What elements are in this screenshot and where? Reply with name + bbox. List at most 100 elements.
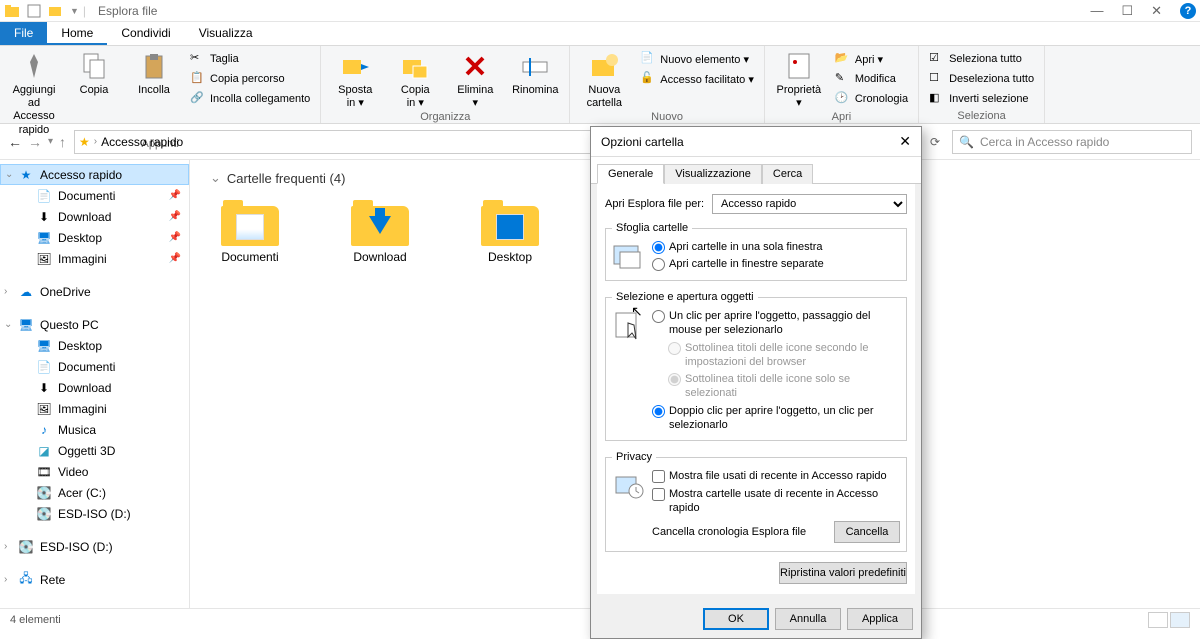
invert-selection-button[interactable]: ◧Inverti selezione xyxy=(925,90,1038,108)
sidebar-desktop[interactable]: 🖥Desktop📌 xyxy=(0,227,189,248)
dialog-tab-view[interactable]: Visualizzazione xyxy=(664,164,762,184)
folder-documenti[interactable]: Documenti xyxy=(210,198,290,264)
link-icon: 🔗 xyxy=(190,91,206,107)
delete-icon xyxy=(459,50,491,82)
sidebar-immagini[interactable]: 🖼Immagini📌 xyxy=(0,248,189,269)
sidebar-pc-oggetti3d[interactable]: ◪Oggetti 3D xyxy=(0,440,189,461)
open-button[interactable]: 📂Apri ▾ xyxy=(831,50,912,68)
maximize-button[interactable]: ☐ xyxy=(1121,3,1133,19)
folder-download[interactable]: Download xyxy=(340,198,420,264)
pin-to-quick-access-button[interactable]: Aggiungi ad Accesso rapido xyxy=(6,48,62,137)
clear-history-label: Cancella cronologia Esplora file xyxy=(652,526,806,538)
sidebar-rete[interactable]: ›🖧Rete xyxy=(0,569,189,590)
restore-defaults-button[interactable]: Ripristina valori predefiniti xyxy=(779,562,907,584)
scissors-icon: ✂ xyxy=(190,51,206,67)
minimize-button[interactable]: — xyxy=(1090,3,1103,18)
history-icon: 🕑 xyxy=(835,91,851,107)
new-folder-button[interactable]: Nuova cartella xyxy=(576,48,632,110)
sidebar-pc-acer[interactable]: 💽Acer (C:) xyxy=(0,482,189,503)
apply-button[interactable]: Applica xyxy=(847,608,913,630)
sidebar-onedrive[interactable]: ›☁OneDrive xyxy=(0,281,189,302)
privacy-icon xyxy=(612,469,644,501)
pin-icon: 📌 xyxy=(169,190,181,201)
copy-button[interactable]: Copia xyxy=(66,48,122,97)
dialog-tabs: Generale Visualizzazione Cerca xyxy=(591,157,921,184)
group-open-label: Apri xyxy=(771,110,912,124)
sidebar-documenti[interactable]: 📄Documenti📌 xyxy=(0,185,189,206)
tab-home[interactable]: Home xyxy=(47,22,107,45)
path-icon: 📋 xyxy=(190,71,206,87)
drive-icon: 💽 xyxy=(36,485,52,501)
show-recent-folders-check[interactable]: Mostra cartelle usate di recente in Acce… xyxy=(652,487,900,516)
dialog-tab-search[interactable]: Cerca xyxy=(762,164,813,184)
sidebar-quick-access[interactable]: ⌄★Accesso rapido xyxy=(0,164,189,185)
details-view-toggle[interactable] xyxy=(1148,612,1168,628)
open-explorer-for-label: Apri Esplora file per: xyxy=(605,198,704,210)
tab-share[interactable]: Condividi xyxy=(107,22,184,45)
sidebar-pc-musica[interactable]: ♪Musica xyxy=(0,419,189,440)
delete-button[interactable]: Elimina ▾ xyxy=(447,48,503,110)
sidebar-download[interactable]: ⬇Download📌 xyxy=(0,206,189,227)
group-organize-label: Organizza xyxy=(327,110,563,124)
qat-dropdown-icon[interactable]: ▼ xyxy=(70,6,79,16)
sidebar-pc-video[interactable]: 🎞Video xyxy=(0,461,189,482)
sidebar-pc-desktop[interactable]: 🖥Desktop xyxy=(0,335,189,356)
cancel-button[interactable]: Annulla xyxy=(775,608,841,630)
refresh-button[interactable]: ⟳ xyxy=(930,135,940,149)
up-button[interactable]: ↑ xyxy=(59,134,66,150)
edit-button[interactable]: ✎Modifica xyxy=(831,70,912,88)
copy-path-button[interactable]: 📋Copia percorso xyxy=(186,70,314,88)
cut-button[interactable]: ✂Taglia xyxy=(186,50,314,68)
help-icon[interactable]: ? xyxy=(1180,3,1196,19)
title-bar: ▼ | Esplora file — ☐ ✕ ? xyxy=(0,0,1200,22)
sidebar-pc-download[interactable]: ⬇Download xyxy=(0,377,189,398)
paste-button[interactable]: Incolla xyxy=(126,48,182,97)
open-explorer-for-select[interactable]: Accesso rapido xyxy=(712,194,907,214)
properties-icon[interactable] xyxy=(26,3,42,19)
selectnone-icon: ☐ xyxy=(929,71,945,87)
clear-history-button[interactable]: Cancella xyxy=(834,521,900,543)
browse-new-window-radio[interactable]: Apri cartelle in finestre separate xyxy=(652,257,900,271)
single-click-radio[interactable]: Un clic per aprire l'oggetto, passaggio … xyxy=(652,309,900,338)
drive-icon: 💽 xyxy=(18,539,34,555)
recent-dropdown[interactable]: ▾ xyxy=(48,136,53,147)
copy-to-button[interactable]: Copia in ▾ xyxy=(387,48,443,110)
invertsel-icon: ◧ xyxy=(929,91,945,107)
breadcrumb-location[interactable]: Accesso rapido xyxy=(101,135,183,149)
documents-icon: 📄 xyxy=(36,188,52,204)
ok-button[interactable]: OK xyxy=(703,608,769,630)
sidebar-pc-documenti[interactable]: 📄Documenti xyxy=(0,356,189,377)
sidebar-pc-esd1[interactable]: 💽ESD-ISO (D:) xyxy=(0,503,189,524)
browse-same-window-radio[interactable]: Apri cartelle in una sola finestra xyxy=(652,240,900,254)
select-none-button[interactable]: ☐Deseleziona tutto xyxy=(925,70,1038,88)
open-icon: 📂 xyxy=(835,51,851,67)
tab-file[interactable]: File xyxy=(0,22,47,45)
sidebar-esd2[interactable]: ›💽ESD-ISO (D:) xyxy=(0,536,189,557)
show-recent-files-check[interactable]: Mostra file usati di recente in Accesso … xyxy=(652,469,900,483)
dialog-tab-general[interactable]: Generale xyxy=(597,164,664,184)
group-select-label: Seleziona xyxy=(925,109,1038,123)
folder-desktop[interactable]: Desktop xyxy=(470,198,550,264)
paste-shortcut-button[interactable]: 🔗Incolla collegamento xyxy=(186,90,314,108)
forward-button[interactable]: → xyxy=(28,134,42,150)
tab-view[interactable]: Visualizza xyxy=(185,22,267,45)
move-to-button[interactable]: Sposta in ▾ xyxy=(327,48,383,110)
new-folder-icon[interactable] xyxy=(48,3,64,19)
select-all-button[interactable]: ☑Seleziona tutto xyxy=(925,50,1038,68)
window-title: Esplora file xyxy=(98,4,157,18)
pictures-icon: 🖼 xyxy=(36,401,52,417)
dialog-close-button[interactable]: ✕ xyxy=(899,133,911,150)
double-click-radio[interactable]: Doppio clic per aprire l'oggetto, un cli… xyxy=(652,404,900,433)
search-input[interactable]: 🔍 Cerca in Accesso rapido xyxy=(952,130,1192,154)
sidebar-pc-immagini[interactable]: 🖼Immagini xyxy=(0,398,189,419)
sidebar-this-pc[interactable]: ⌄🖥Questo PC xyxy=(0,314,189,335)
properties-button[interactable]: Proprietà ▾ xyxy=(771,48,827,110)
easy-access-button[interactable]: 🔓Accesso facilitato ▾ xyxy=(636,70,758,88)
history-button[interactable]: 🕑Cronologia xyxy=(831,90,912,108)
back-button[interactable]: ← xyxy=(8,134,22,150)
icons-view-toggle[interactable] xyxy=(1170,612,1190,628)
close-button[interactable]: ✕ xyxy=(1151,3,1162,19)
download-icon: ⬇ xyxy=(36,209,52,225)
new-item-button[interactable]: 📄Nuovo elemento ▾ xyxy=(636,50,758,68)
rename-button[interactable]: Rinomina xyxy=(507,48,563,97)
